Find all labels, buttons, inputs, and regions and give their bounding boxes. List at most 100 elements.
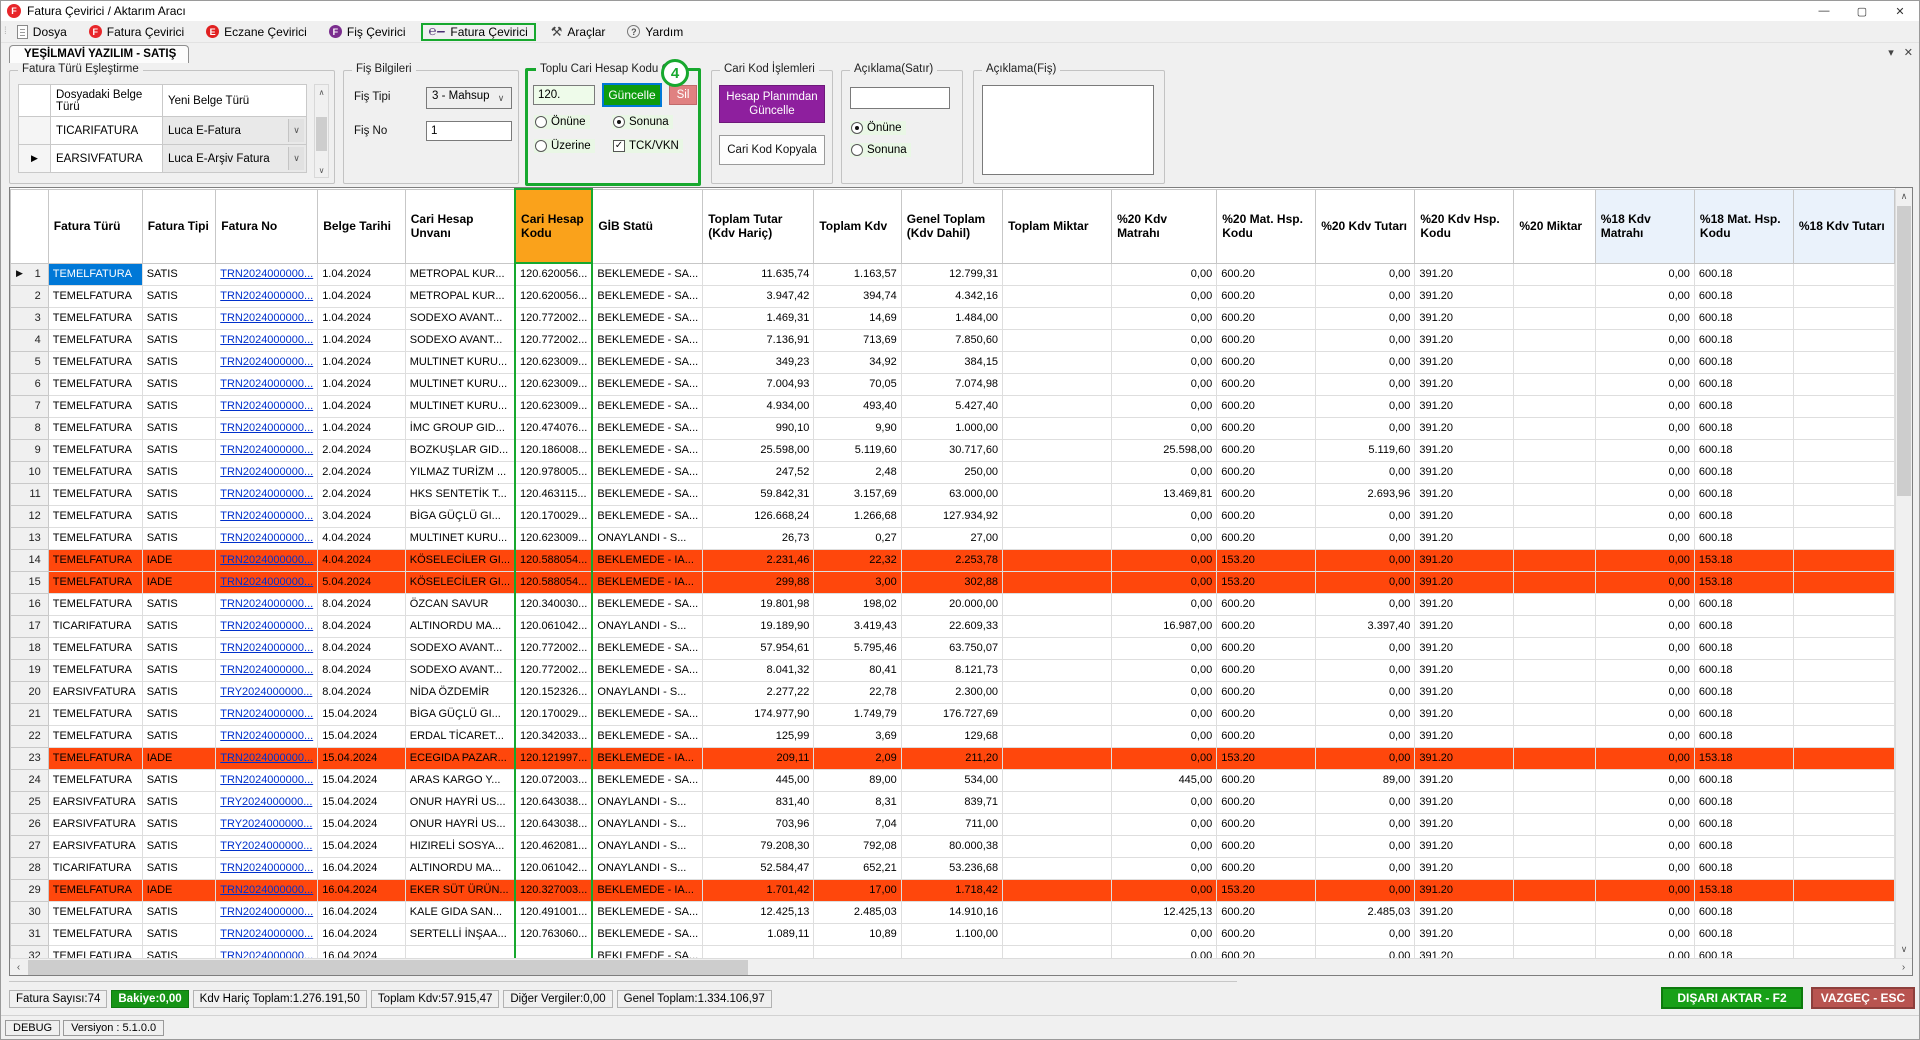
cell-kdv20-matrahi[interactable]: 0,00 [1112, 857, 1217, 879]
cell-toplam-miktar[interactable] [1003, 373, 1112, 395]
cell-toplam-tutar-kdv-haric[interactable]: 26,73 [703, 527, 814, 549]
cell-belge-tarihi[interactable]: 8.04.2024 [318, 681, 406, 703]
row-selector[interactable]: 18 [11, 637, 49, 659]
cell-fatura-no[interactable]: TRN2024000000... [216, 395, 318, 417]
cell-kdv20-matrahi[interactable]: 0,00 [1112, 549, 1217, 571]
cell-belge-tarihi[interactable]: 16.04.2024 [318, 857, 406, 879]
cell-genel-toplam-kdv-dahil[interactable]: 384,15 [901, 351, 1002, 373]
invoice-link[interactable]: TRN2024000000... [220, 290, 313, 302]
menu-dosya[interactable]: Dosya [10, 23, 74, 41]
cell-genel-toplam-kdv-dahil[interactable]: 302,88 [901, 571, 1002, 593]
cell-gib-statu[interactable]: BEKLEMEDE - SA... [592, 901, 702, 923]
cell-toplam-miktar[interactable] [1003, 901, 1112, 923]
cell-kdv20-matrahi[interactable]: 0,00 [1112, 593, 1217, 615]
cell-fatura-no[interactable]: TRN2024000000... [216, 857, 318, 879]
cell-fatura-tipi[interactable]: SATIS [142, 307, 216, 329]
cell-toplam-miktar[interactable] [1003, 329, 1112, 351]
invoice-link[interactable]: TRN2024000000... [220, 576, 313, 588]
cell-kdv20-matrahi[interactable]: 0,00 [1112, 307, 1217, 329]
cell-fatura-no[interactable]: TRN2024000000... [216, 461, 318, 483]
cell-cari-hesap-kodu[interactable] [515, 945, 592, 958]
cell-cari-hesap-unvani[interactable]: HIZIRELİ SOSYA... [405, 835, 515, 857]
row-selector[interactable]: 15 [11, 571, 49, 593]
cell-kdv20-hsp-kodu[interactable]: 391.20 [1415, 263, 1514, 285]
cell-kdv20-matrahi[interactable]: 0,00 [1112, 527, 1217, 549]
cell-belge-tarihi[interactable]: 2.04.2024 [318, 483, 406, 505]
cell-kdv20-matrahi[interactable]: 0,00 [1112, 461, 1217, 483]
cell-toplam-miktar[interactable] [1003, 769, 1112, 791]
cell-genel-toplam-kdv-dahil[interactable]: 63.750,07 [901, 637, 1002, 659]
cell-kdv20-hsp-kodu[interactable]: 391.20 [1415, 813, 1514, 835]
cell-kdv20-hsp-kodu[interactable]: 391.20 [1415, 549, 1514, 571]
row-selector[interactable]: 3 [11, 307, 49, 329]
cell-mat18-hsp-kodu[interactable]: 153.18 [1694, 549, 1793, 571]
cell-kdv20-tutari[interactable]: 2.485,03 [1316, 901, 1415, 923]
cell-toplam-miktar[interactable] [1003, 857, 1112, 879]
cell-cari-hesap-kodu[interactable]: 120.152326... [515, 681, 592, 703]
cell-toplam-miktar[interactable] [1003, 835, 1112, 857]
cell-toplam-miktar[interactable] [1003, 351, 1112, 373]
cell-toplam-tutar-kdv-haric[interactable]: 299,88 [703, 571, 814, 593]
cell-cari-hesap-unvani[interactable]: BOZKUŞLAR GID... [405, 439, 515, 461]
cell-fatura-tipi[interactable]: SATIS [142, 835, 216, 857]
cell-kdv18-tutari[interactable] [1793, 857, 1894, 879]
cell-belge-tarihi[interactable]: 1.04.2024 [318, 373, 406, 395]
cell-fatura-turu[interactable]: TEMELFATURA [48, 527, 142, 549]
cell-fatura-tipi[interactable]: SATIS [142, 395, 216, 417]
cell-mat20-hsp-kodu[interactable]: 600.20 [1217, 329, 1316, 351]
row-selector[interactable]: 32 [11, 945, 49, 958]
cell-cari-hesap-kodu[interactable]: 120.170029... [515, 703, 592, 725]
cell-miktar20[interactable] [1514, 857, 1595, 879]
cell-fatura-tipi[interactable]: SATIS [142, 615, 216, 637]
cell-toplam-kdv[interactable]: 713,69 [814, 329, 901, 351]
cell-toplam-kdv[interactable]: 1.266,68 [814, 505, 901, 527]
cell-cari-hesap-kodu[interactable]: 120.623009... [515, 351, 592, 373]
cell-toplam-tutar-kdv-haric[interactable]: 19.801,98 [703, 593, 814, 615]
cell-kdv18-tutari[interactable] [1793, 593, 1894, 615]
cell-mat18-hsp-kodu[interactable]: 600.18 [1694, 615, 1793, 637]
cell-toplam-kdv[interactable]: 3,00 [814, 571, 901, 593]
cell-kdv20-tutari[interactable]: 0,00 [1316, 395, 1415, 417]
cell-toplam-kdv[interactable]: 0,27 [814, 527, 901, 549]
cell-miktar20[interactable] [1514, 571, 1595, 593]
cell-mat20-hsp-kodu[interactable]: 600.20 [1217, 901, 1316, 923]
cell-gib-statu[interactable]: BEKLEMEDE - IA... [592, 549, 702, 571]
cell-gib-statu[interactable]: BEKLEMEDE - SA... [592, 725, 702, 747]
invoice-link[interactable]: TRN2024000000... [220, 664, 313, 676]
scrollbar-thumb[interactable] [28, 960, 748, 975]
cell-genel-toplam-kdv-dahil[interactable]: 4.342,16 [901, 285, 1002, 307]
cell-fatura-tipi[interactable]: SATIS [142, 659, 216, 681]
close-button[interactable]: ✕ [1881, 1, 1919, 21]
cell-gib-statu[interactable]: BEKLEMEDE - SA... [592, 923, 702, 945]
cell-toplam-miktar[interactable] [1003, 439, 1112, 461]
cell-toplam-kdv[interactable]: 5.795,46 [814, 637, 901, 659]
cell-cari-hesap-unvani[interactable]: METROPAL KUR... [405, 285, 515, 307]
cell-fatura-tipi[interactable]: SATIS [142, 681, 216, 703]
cell-belge-tarihi[interactable]: 15.04.2024 [318, 791, 406, 813]
cell-mat20-hsp-kodu[interactable]: 600.20 [1217, 461, 1316, 483]
cell-fatura-no[interactable]: TRY2024000000... [216, 813, 318, 835]
cell-kdv20-hsp-kodu[interactable]: 391.20 [1415, 351, 1514, 373]
cell-gib-statu[interactable]: BEKLEMEDE - SA... [592, 263, 702, 285]
hesap-planimdan-guncelle-button[interactable]: Hesap Planımdan Güncelle [719, 85, 825, 123]
cell-kdv20-hsp-kodu[interactable]: 391.20 [1415, 307, 1514, 329]
cell-cari-hesap-unvani[interactable]: KÖSELECİLER GI... [405, 549, 515, 571]
cell-kdv18-matrahi[interactable]: 0,00 [1595, 879, 1694, 901]
cell-toplam-kdv[interactable]: 22,78 [814, 681, 901, 703]
chevron-down-icon[interactable]: ∨ [288, 147, 304, 170]
col-toplam-tutar-kdv-haric[interactable]: Toplam Tutar (Kdv Hariç) [703, 189, 814, 263]
cell-fatura-tipi[interactable]: SATIS [142, 791, 216, 813]
row-selector[interactable]: 21 [11, 703, 49, 725]
scroll-down-icon[interactable]: ∨ [315, 163, 328, 177]
cell-fatura-no[interactable]: TRN2024000000... [216, 637, 318, 659]
invoice-link[interactable]: TRN2024000000... [220, 466, 313, 478]
cell-miktar20[interactable] [1514, 527, 1595, 549]
cell-miktar20[interactable] [1514, 703, 1595, 725]
cell-gib-statu[interactable]: BEKLEMEDE - SA... [592, 593, 702, 615]
cell-kdv20-matrahi[interactable]: 0,00 [1112, 703, 1217, 725]
cell-kdv20-hsp-kodu[interactable]: 391.20 [1415, 483, 1514, 505]
cell-fatura-turu[interactable]: TEMELFATURA [48, 879, 142, 901]
cell-kdv18-matrahi[interactable]: 0,00 [1595, 637, 1694, 659]
menu-araclar[interactable]: ⚒ Araçlar [544, 22, 613, 42]
cell-fatura-no[interactable]: TRY2024000000... [216, 835, 318, 857]
